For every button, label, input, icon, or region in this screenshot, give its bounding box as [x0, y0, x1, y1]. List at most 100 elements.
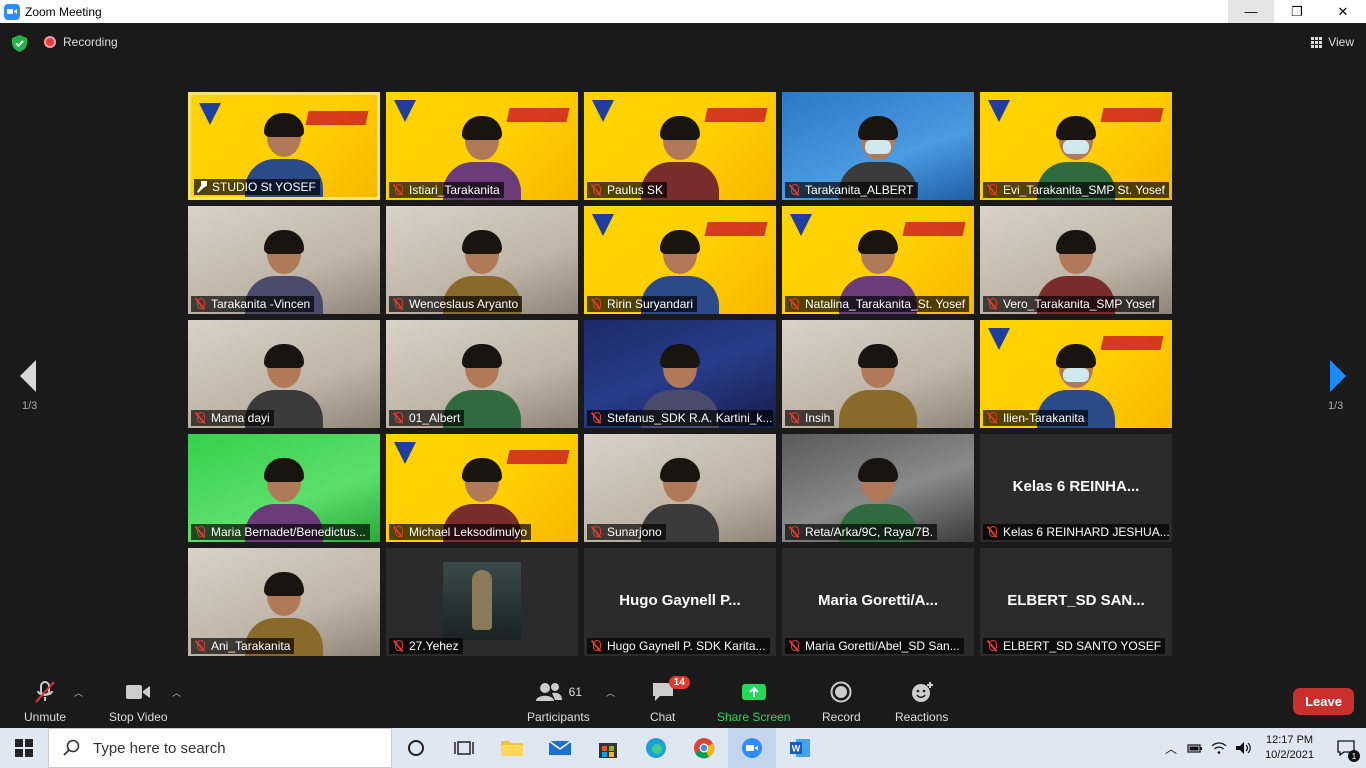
spotlight-icon [197, 181, 207, 193]
task-view-button[interactable] [440, 728, 488, 768]
participant-tile[interactable]: Vero_Tarakanita_SMP Yosef [980, 206, 1172, 314]
participant-tile[interactable]: Kelas 6 REINHA... Kelas 6 REINHARD JESHUA… [980, 434, 1172, 542]
participant-name-tag: Hugo Gaynell P. SDK Karita... [587, 638, 770, 654]
share-screen-button[interactable]: Share Screen [717, 680, 790, 724]
unmute-label: Unmute [24, 710, 67, 724]
muted-mic-icon [194, 640, 206, 652]
participant-tile[interactable]: Evi_Tarakanita_SMP St. Yosef [980, 92, 1172, 200]
participant-tile[interactable]: Ilien-Tarakanita [980, 320, 1172, 428]
windows-taskbar: Type here to search W ︿ 12:17 PM 10/2/20… [0, 728, 1366, 768]
chrome-browser-icon [694, 738, 715, 759]
participant-tile[interactable]: Insih [782, 320, 974, 428]
clock-date: 10/2/2021 [1265, 749, 1314, 761]
wifi-icon[interactable] [1211, 741, 1227, 755]
participant-tile[interactable]: Maria Goretti/A... Maria Goretti/Abel_SD … [782, 548, 974, 656]
mail-envelope-icon [548, 740, 572, 755]
muted-mic-icon [392, 640, 404, 652]
participant-name-tag: Vero_Tarakanita_SMP Yosef [983, 296, 1159, 312]
taskbar-clock[interactable]: 12:17 PM 10/2/2021 [1265, 733, 1314, 763]
video-gallery: STUDIO St YOSEF Istiari_Tarakanita Paulus … [188, 92, 1178, 660]
participant-tile[interactable]: 27.Yehez [386, 548, 578, 656]
word-button[interactable]: W [776, 728, 824, 768]
muted-mic-icon [788, 526, 800, 538]
share-screen-icon [741, 684, 766, 700]
participant-tile[interactable]: Wenceslaus Aryanto [386, 206, 578, 314]
recording-dot-icon [44, 36, 56, 48]
clock-time: 12:17 PM [1265, 734, 1314, 746]
participant-tile[interactable]: Reta/Arka/9C, Raya/7B. [782, 434, 974, 542]
minimize-button[interactable]: — [1228, 0, 1274, 23]
participant-tile[interactable]: Michael Leksodimulyo [386, 434, 578, 542]
chat-badge: 14 [668, 676, 690, 689]
audio-options-caret-icon[interactable]: ︿ [74, 686, 83, 699]
participant-tile[interactable]: Tarakanita_ALBERT [782, 92, 974, 200]
participants-label: Participants [527, 710, 590, 724]
view-button[interactable]: View [1311, 35, 1354, 49]
word-document-icon: W [790, 739, 810, 757]
cortana-button[interactable] [392, 728, 440, 768]
start-button[interactable] [0, 728, 48, 768]
record-button[interactable]: Record [822, 680, 861, 724]
participant-tile[interactable]: Mama dayi [188, 320, 380, 428]
notification-count-badge: 1 [1348, 750, 1360, 762]
participant-name: Stefanus_SDK R.A. Kartini_k... [607, 411, 773, 425]
stop-video-button[interactable]: Stop Video [109, 680, 168, 724]
taskbar-search-box[interactable]: Type here to search [48, 728, 392, 768]
unmute-button[interactable]: Unmute [24, 680, 66, 724]
participants-button[interactable]: 61 Participants [527, 680, 590, 724]
participant-tile[interactable]: STUDIO St YOSEF [188, 92, 380, 200]
store-bag-icon [599, 743, 617, 758]
next-page-arrow-icon[interactable] [1322, 358, 1352, 398]
meeting-toolbar: Unmute ︿ Stop Video ︿ 61 Participants ︿ … [0, 670, 1366, 728]
security-shield-icon[interactable] [12, 35, 27, 52]
participant-name: Ririn Suryandari [607, 297, 694, 311]
page-indicator-left: 1/3 [22, 400, 38, 412]
show-hidden-icons-chevron-icon[interactable]: ︿ [1165, 740, 1177, 757]
folder-icon [501, 741, 523, 756]
participants-options-caret-icon[interactable]: ︿ [606, 686, 615, 699]
edge-browser-button[interactable] [632, 728, 680, 768]
recording-indicator[interactable]: Recording [44, 35, 118, 49]
participant-tile[interactable]: Natalina_Tarakanita_St. Yosef [782, 206, 974, 314]
muted-mic-icon [788, 298, 800, 310]
participant-tile[interactable]: Paulus SK [584, 92, 776, 200]
windows-logo-icon [15, 739, 33, 757]
previous-page-arrow-icon[interactable] [14, 358, 44, 398]
participant-name: Paulus SK [607, 183, 664, 197]
close-button[interactable]: ✕ [1320, 0, 1366, 23]
reactions-button[interactable]: Reactions [895, 680, 948, 724]
zoom-taskbar-button[interactable] [728, 728, 776, 768]
participant-tile[interactable]: Sunarjono [584, 434, 776, 542]
participant-tile[interactable]: Stefanus_SDK R.A. Kartini_k... [584, 320, 776, 428]
video-options-caret-icon[interactable]: ︿ [172, 686, 181, 699]
muted-microphone-icon [35, 681, 55, 703]
participant-name: 01_Albert [409, 411, 461, 425]
maximize-button[interactable]: ❐ [1274, 0, 1320, 23]
muted-mic-icon [590, 640, 602, 652]
participant-tile[interactable]: Maria Bernadet/Benedictus... [188, 434, 380, 542]
participant-display-name: Kelas 6 REINHA... [1012, 478, 1140, 495]
participant-name-tag: Michael Leksodimulyo [389, 524, 532, 540]
leave-button[interactable]: Leave [1293, 688, 1354, 715]
participant-tile[interactable]: ELBERT_SD SAN... ELBERT_SD SANTO YOSEF [980, 548, 1172, 656]
chrome-browser-button[interactable] [680, 728, 728, 768]
participant-name: ELBERT_SD SANTO YOSEF [1003, 639, 1162, 653]
participant-tile[interactable]: 01_Albert [386, 320, 578, 428]
participant-tile[interactable]: Hugo Gaynell P... Hugo Gaynell P. SDK Kar… [584, 548, 776, 656]
zoom-app-icon [4, 3, 20, 20]
mail-button[interactable] [536, 728, 584, 768]
participant-name: STUDIO St YOSEF [212, 180, 316, 194]
battery-icon[interactable] [1187, 742, 1203, 754]
action-center-button[interactable]: 1 [1326, 728, 1366, 768]
participant-tile[interactable]: Tarakanita -Vincen [188, 206, 380, 314]
participant-tile[interactable]: Ani_Tarakanita [188, 548, 380, 656]
participant-name-tag: Ririn Suryandari [587, 296, 698, 312]
store-button[interactable] [584, 728, 632, 768]
chat-button[interactable]: 14 Chat [650, 676, 690, 724]
volume-icon[interactable] [1235, 741, 1253, 755]
participant-tile[interactable]: Ririn Suryandari [584, 206, 776, 314]
participant-name: Michael Leksodimulyo [409, 525, 528, 539]
file-explorer-button[interactable] [488, 728, 536, 768]
svg-text:W: W [792, 744, 801, 754]
participant-tile[interactable]: Istiari_Tarakanita [386, 92, 578, 200]
